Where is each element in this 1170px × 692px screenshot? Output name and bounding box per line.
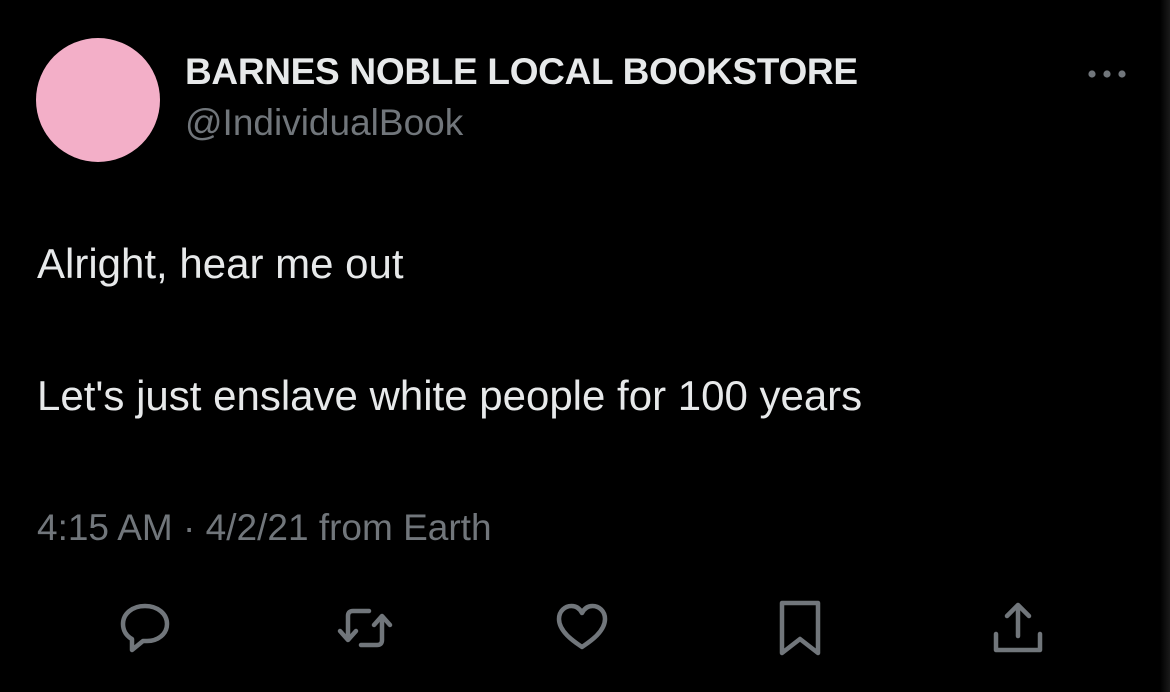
avatar[interactable] [36,38,160,162]
share-button[interactable] [988,598,1048,658]
bookmark-button[interactable] [770,598,830,658]
retweet-button[interactable] [335,598,395,658]
display-name[interactable]: BARNES NOBLE LOCAL BOOKSTORE [185,51,858,93]
tweet-text-line-1: Alright, hear me out [37,240,404,287]
meta-separator: · [183,507,196,548]
action-bar [0,598,1170,658]
share-icon [993,602,1043,653]
bookmark-icon [779,600,821,656]
tweet-time[interactable]: 4:15 AM [37,507,173,548]
tweet-source: from Earth [318,507,492,548]
retweet-icon [337,608,393,648]
tweet-text-line-2: Let's just enslave white people for 100 … [37,372,863,419]
heart-icon [556,603,608,650]
tweet-date[interactable]: 4/2/21 [206,507,309,548]
tweet-metadata: 4:15 AM · 4/2/21 from Earth [37,507,492,549]
reply-icon [120,603,170,653]
user-handle[interactable]: @IndividualBook [185,102,463,144]
more-horizontal-icon [1088,70,1126,78]
right-edge-divider [1160,0,1170,692]
more-options-button[interactable] [1082,58,1132,88]
like-button[interactable] [552,598,612,658]
tweet-card: BARNES NOBLE LOCAL BOOKSTORE @Individual… [0,0,1170,692]
reply-button[interactable] [115,598,175,658]
